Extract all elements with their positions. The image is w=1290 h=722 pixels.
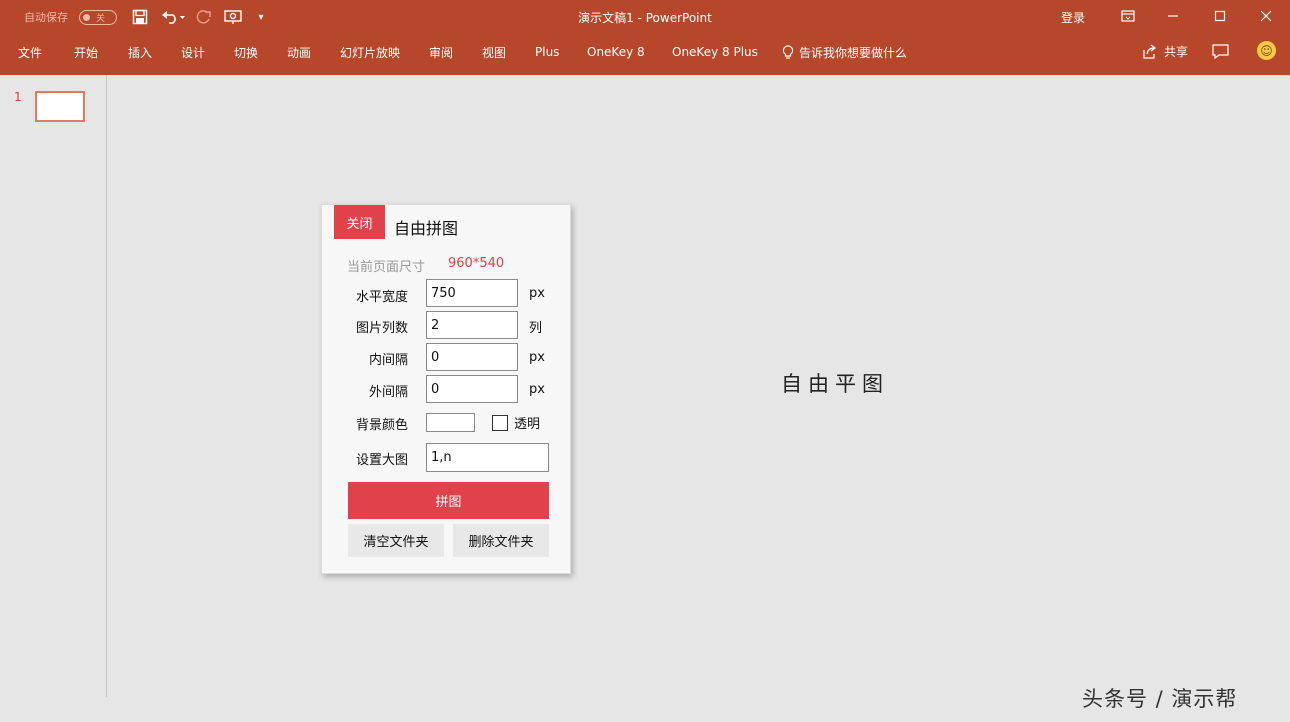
clear-folder-button[interactable]: 清空文件夹 bbox=[348, 524, 444, 557]
bg-color-swatch[interactable] bbox=[426, 413, 475, 432]
outer-spacing-unit: px bbox=[529, 382, 545, 397]
width-unit: px bbox=[529, 286, 545, 301]
slide-number: 1 bbox=[14, 90, 22, 104]
big-image-label: 设置大图 bbox=[355, 453, 408, 468]
columns-input[interactable] bbox=[426, 311, 518, 339]
minimize-icon[interactable] bbox=[1158, 5, 1188, 27]
share-label: 共享 bbox=[1164, 44, 1189, 59]
close-button[interactable]: 关闭 bbox=[334, 205, 385, 239]
autosave-toggle[interactable]: 关 bbox=[79, 10, 117, 25]
lightbulb-icon bbox=[782, 44, 794, 59]
page-size-label: 当前页面尺寸 bbox=[347, 260, 426, 275]
tab-animations[interactable]: 动画 bbox=[287, 42, 311, 62]
tab-slideshow[interactable]: 幻灯片放映 bbox=[340, 42, 400, 62]
columns-label: 图片列数 bbox=[355, 321, 408, 336]
login-button[interactable]: 登录 bbox=[1052, 8, 1094, 26]
document-title: 演示文稿1 - PowerPoint bbox=[578, 10, 712, 25]
autosave-toggle-state: 关 bbox=[96, 14, 106, 24]
tab-review[interactable]: 审阅 bbox=[429, 42, 453, 62]
stitch-button[interactable]: 拼图 bbox=[348, 482, 549, 519]
tab-plus[interactable]: Plus bbox=[535, 42, 559, 62]
puzzle-dialog: 关闭 自由拼图 当前页面尺寸 960*540 水平宽度 px 图片列数 列 内间… bbox=[321, 204, 571, 574]
maximize-icon[interactable] bbox=[1205, 5, 1235, 27]
tab-onekey-8-plus[interactable]: OneKey 8 Plus bbox=[672, 42, 758, 62]
transparent-label: 透明 bbox=[514, 417, 541, 432]
page-size-value: 960*540 bbox=[448, 256, 505, 271]
inner-spacing-label: 内间隔 bbox=[368, 353, 408, 368]
outer-spacing-input[interactable] bbox=[426, 375, 518, 403]
present-icon[interactable] bbox=[223, 7, 243, 27]
ribbon-tab-bar: 文件 开始 插入 设计 切换 动画 幻灯片放映 审阅 视图 Plus OneKe… bbox=[0, 33, 1290, 75]
undo-icon[interactable] bbox=[160, 7, 188, 27]
autosave-label: 自动保存 bbox=[24, 11, 68, 24]
tell-me-label: 告诉我你想要做什么 bbox=[799, 45, 908, 60]
watermark: 头条号 / 演示帮 bbox=[1082, 687, 1238, 711]
slide-thumbnail[interactable] bbox=[35, 91, 85, 122]
dialog-title: 自由拼图 bbox=[394, 219, 459, 238]
inner-spacing-unit: px bbox=[529, 350, 545, 365]
delete-folder-button[interactable]: 删除文件夹 bbox=[453, 524, 549, 557]
tab-design[interactable]: 设计 bbox=[181, 42, 205, 62]
save-icon[interactable] bbox=[130, 7, 150, 27]
tell-me-search[interactable]: 告诉我你想要做什么 bbox=[782, 42, 907, 62]
redo-icon[interactable] bbox=[194, 7, 214, 27]
width-input[interactable] bbox=[426, 279, 518, 307]
bg-color-label: 背景颜色 bbox=[355, 418, 408, 433]
feedback-smiley-icon[interactable]: ☺ bbox=[1257, 41, 1276, 60]
columns-unit: 列 bbox=[529, 321, 543, 336]
outer-spacing-label: 外间隔 bbox=[368, 385, 408, 400]
slide-thumbnail-pane: 1 bbox=[0, 75, 107, 697]
customize-qat-icon[interactable]: ▾ bbox=[251, 7, 271, 27]
tab-transitions[interactable]: 切换 bbox=[234, 42, 258, 62]
slide-text-placeholder[interactable]: 自由平图 bbox=[740, 368, 930, 398]
tab-insert[interactable]: 插入 bbox=[128, 42, 152, 62]
title-bar: 自动保存 关 ▾ 演示文稿1 - PowerPoint 登录 bbox=[0, 0, 1290, 33]
share-icon bbox=[1143, 44, 1156, 59]
transparent-checkbox[interactable] bbox=[492, 415, 508, 431]
tab-home[interactable]: 开始 bbox=[74, 42, 98, 62]
inner-spacing-input[interactable] bbox=[426, 343, 518, 371]
toggle-knob-icon bbox=[83, 14, 90, 21]
close-icon[interactable] bbox=[1251, 5, 1281, 27]
ribbon-display-icon[interactable] bbox=[1113, 5, 1143, 27]
tab-file[interactable]: 文件 bbox=[18, 42, 42, 62]
width-label: 水平宽度 bbox=[355, 290, 408, 305]
comment-icon[interactable] bbox=[1210, 41, 1230, 61]
share-button[interactable]: 共享 bbox=[1142, 41, 1188, 61]
big-image-input[interactable] bbox=[426, 443, 549, 472]
tab-onekey-8[interactable]: OneKey 8 bbox=[587, 42, 645, 62]
tab-view[interactable]: 视图 bbox=[482, 42, 506, 62]
